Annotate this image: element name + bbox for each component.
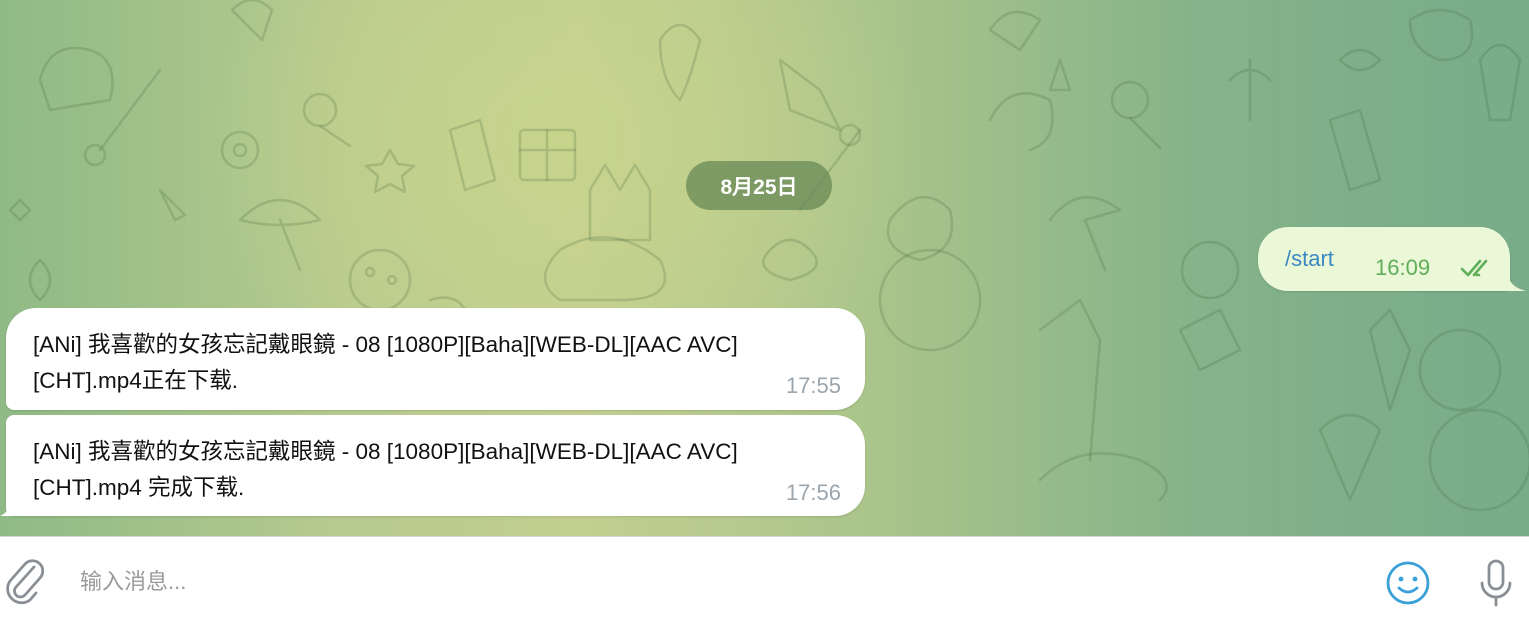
message-text: [ANi] 我喜歡的女孩忘記戴眼鏡 - 08 [1080P][Baha][WEB… — [33, 439, 738, 500]
message-input[interactable] — [78, 559, 1342, 605]
chat-area[interactable]: 8月25日 /start 16:09 [ANi] 我喜歡的女孩忘記戴眼鏡 - 0… — [0, 0, 1529, 536]
message-composer — [0, 536, 1529, 625]
message-time: 16:09 — [1375, 255, 1431, 280]
bubble-tail — [0, 500, 16, 516]
incoming-message[interactable]: [ANi] 我喜歡的女孩忘記戴眼鏡 - 08 [1080P][Baha][WEB… — [6, 308, 865, 410]
double-check-icon — [1460, 259, 1488, 277]
paperclip-icon[interactable] — [4, 559, 44, 605]
message-text: [ANi] 我喜歡的女孩忘記戴眼鏡 - 08 [1080P][Baha][WEB… — [33, 332, 738, 393]
message-time: 17:56 — [785, 480, 841, 505]
incoming-message[interactable]: [ANi] 我喜歡的女孩忘記戴眼鏡 - 08 [1080P][Baha][WEB… — [0, 415, 865, 516]
bubble-tail — [1500, 275, 1526, 291]
microphone-icon[interactable] — [1476, 557, 1516, 609]
emoji-icon[interactable] — [1384, 559, 1432, 607]
message-text: /start — [1285, 246, 1334, 271]
outgoing-message[interactable]: /start 16:09 — [1258, 227, 1510, 291]
message-time: 17:55 — [785, 373, 841, 398]
date-separator: 8月25日 — [686, 161, 832, 210]
